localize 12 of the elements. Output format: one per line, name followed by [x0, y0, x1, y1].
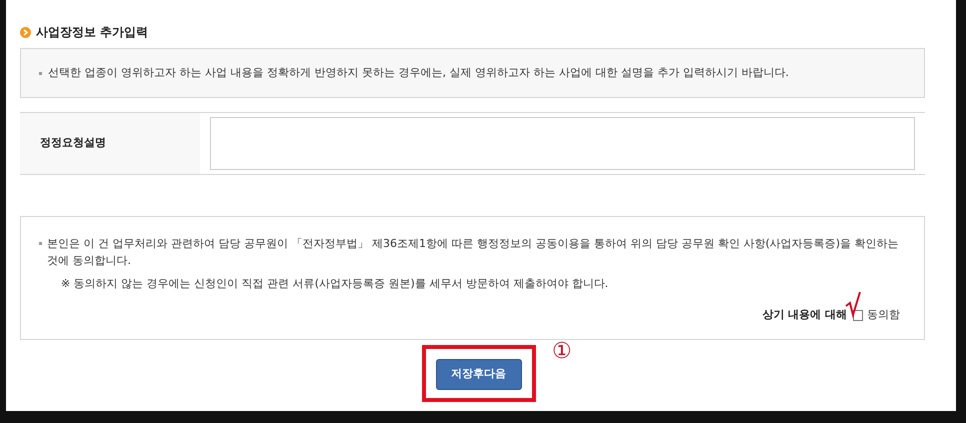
check-mark-annotation-icon — [845, 291, 861, 318]
description-field[interactable] — [210, 117, 915, 170]
consent-statement: 본인은 이 건 업무처리와 관련하여 담당 공무원이 「전자정부법」 제36조제1항에 따른 행정정보의 공동이용을 통하여 위의 담당 공무원 확인 사항(사업자등록증)을 확인하는 것에 동의합니다. — [47, 236, 899, 269]
notice-text: 선택한 업종이 영위하고자 하는 사업 내용을 정확하게 반영하지 못하는 경우에는, 실제 영위하고자 하는 사업에 대한 설명을 추가 입력하시기 바랍니다. — [48, 64, 789, 81]
section-title: 사업장정보 추가입력 — [36, 24, 148, 41]
field-label: 정정요청설명 — [40, 135, 106, 152]
agree-prompt: 상기 내용에 대해 — [762, 307, 847, 323]
checkbox-label[interactable]: 동의함 — [867, 307, 900, 324]
step-marker: ① — [552, 341, 572, 363]
bullet-icon — [20, 26, 31, 38]
save-next-button[interactable]: 저장후다음 — [436, 359, 522, 390]
consent-note: ※ 동의하지 않는 경우에는 신청인이 직접 관련 서류(사업자등록증 원본)를 세무서 방문하여 제출하여야 합니다. — [61, 277, 608, 290]
